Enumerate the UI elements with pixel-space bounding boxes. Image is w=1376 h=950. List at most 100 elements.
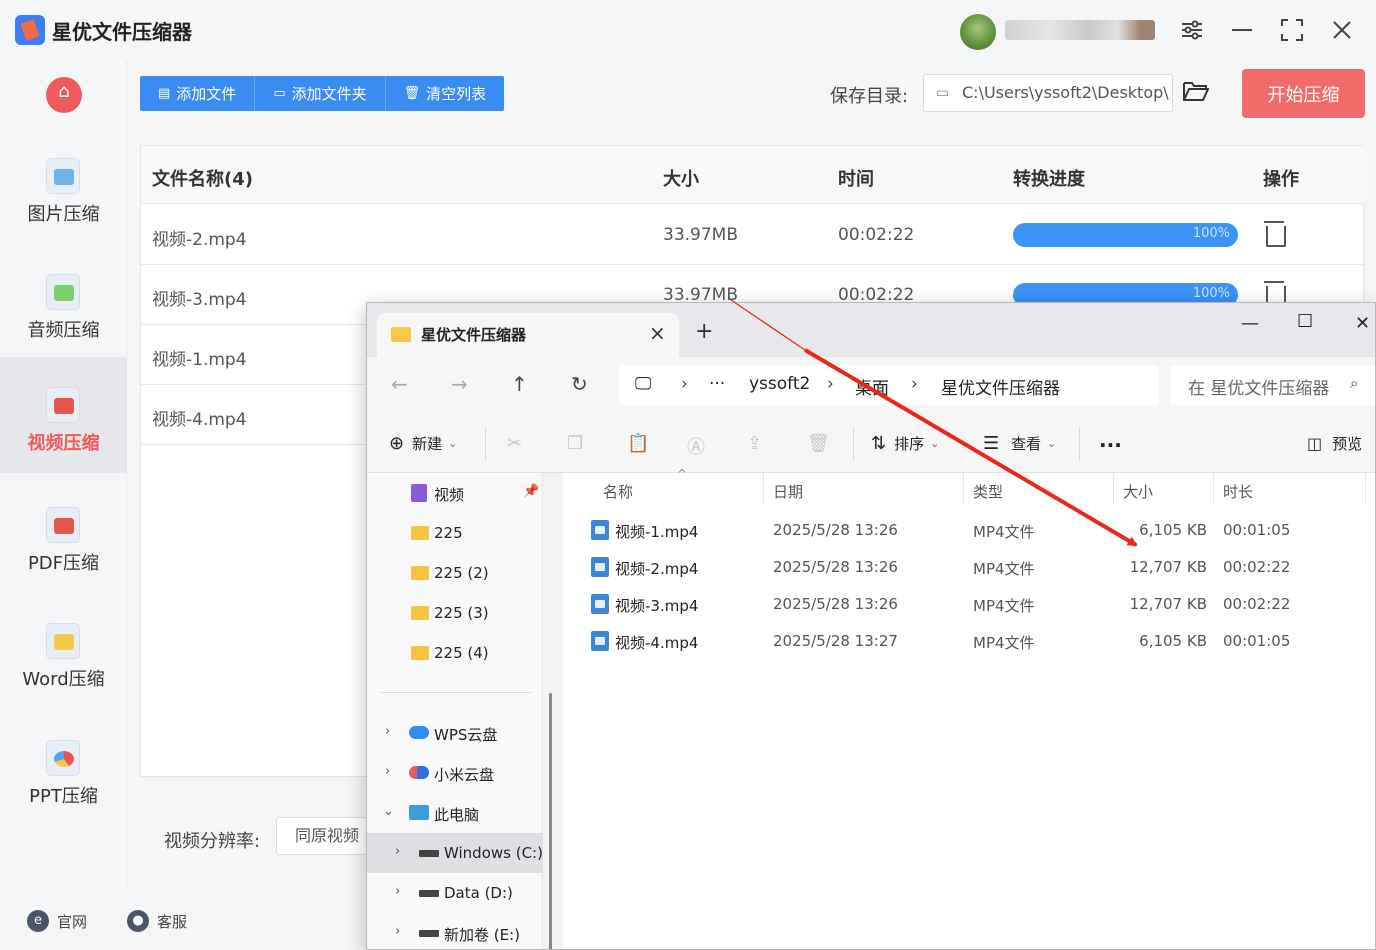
col-type[interactable]: 类型 — [973, 481, 1003, 502]
col-date[interactable]: 日期 — [773, 481, 803, 502]
nav-label: 225 (2) — [434, 564, 489, 582]
chevron-down-icon[interactable]: ⌄ — [383, 804, 394, 819]
chevron-right-icon[interactable]: › — [395, 884, 400, 899]
sidebar-item-word[interactable]: Word压缩 — [0, 593, 127, 709]
nav-item-video[interactable]: 视频 📌 — [367, 473, 543, 513]
sidebar-item-pdf[interactable]: PDF压缩 — [0, 477, 127, 593]
pin-icon[interactable]: 📌 — [523, 484, 539, 499]
col-name[interactable]: 名称 — [603, 481, 633, 502]
nav-item-drive-e[interactable]: › 新加卷 (E:) — [367, 913, 543, 949]
tab-close-icon[interactable]: × — [649, 321, 666, 345]
open-folder-icon[interactable] — [1183, 80, 1213, 106]
start-compress-button[interactable]: 开始压缩 — [1242, 69, 1365, 118]
tab-title: 星优文件压缩器 — [421, 326, 527, 344]
nav-item-mi-cloud[interactable]: › 小米云盘 — [367, 753, 543, 793]
pdf-icon — [46, 507, 80, 543]
progress-label: 100% — [1192, 286, 1230, 301]
up-icon[interactable]: ↑ — [511, 372, 528, 396]
nav-label: 225 (4) — [434, 644, 489, 662]
column-divider[interactable] — [963, 473, 964, 505]
column-divider[interactable] — [1113, 473, 1114, 505]
copy-icon[interactable]: ❐ — [567, 433, 583, 454]
explorer-tab[interactable]: 星优文件压缩器 × — [377, 313, 679, 357]
view-button[interactable]: ☰ 查看 ⌄ — [983, 433, 1056, 454]
add-folder-button[interactable]: ▭ 添加文件夹 — [255, 76, 386, 111]
file-row[interactable]: 视频-3.mp4 2025/5/28 13:26 MP4文件 12,707 KB… — [563, 586, 1375, 623]
nav-item-folder[interactable]: 225 (2) — [367, 553, 543, 593]
file-row[interactable]: 视频-4.mp4 2025/5/28 13:27 MP4文件 6,105 KB … — [563, 623, 1375, 660]
clear-list-button[interactable]: 🗑 清空列表 — [386, 76, 505, 111]
col-duration[interactable]: 时长 — [1223, 481, 1253, 502]
chevron-right-icon[interactable]: › — [395, 844, 400, 859]
rename-icon[interactable]: Ⓐ — [687, 433, 705, 459]
col-size[interactable]: 大小 — [1123, 481, 1153, 502]
settings-icon[interactable] — [1176, 14, 1208, 46]
sidebar-item-image[interactable]: 图片压缩 — [0, 128, 127, 244]
explorer-tabbar: 星优文件压缩器 × + — ☐ ✕ — [367, 303, 1375, 357]
column-divider[interactable] — [1365, 473, 1366, 505]
back-icon[interactable]: ← — [391, 372, 408, 396]
file-duration: 00:01:05 — [1223, 632, 1291, 650]
nav-item-folder[interactable]: 225 (3) — [367, 593, 543, 633]
sort-button[interactable]: ⇅ 排序 ⌄ — [871, 433, 939, 454]
file-name: 视频-4.mp4 — [615, 634, 699, 652]
chevron-right-icon[interactable]: › — [385, 764, 390, 779]
sidebar-item-video[interactable]: 视频压缩 — [0, 357, 127, 473]
column-divider[interactable] — [763, 473, 764, 505]
close-icon[interactable] — [1326, 14, 1358, 46]
search-input[interactable]: 在 星优文件压缩器 ⌕ — [1170, 365, 1375, 405]
home-icon[interactable] — [46, 77, 82, 113]
progress-label: 100% — [1192, 226, 1230, 241]
more-icon[interactable]: ··· — [709, 374, 725, 394]
cut-icon[interactable]: ✂ — [507, 433, 522, 454]
file-row[interactable]: 视频-2.mp4 2025/5/28 13:26 MP4文件 12,707 KB… — [563, 549, 1375, 586]
nav-item-folder[interactable]: 225 — [367, 513, 543, 553]
breadcrumb-item[interactable]: 桌面 — [855, 374, 889, 399]
nav-item-this-pc[interactable]: ⌄ 此电脑 — [367, 793, 543, 833]
video-icon — [46, 387, 80, 423]
add-file-button[interactable]: ▤ 添加文件 — [140, 76, 256, 111]
column-divider[interactable] — [1213, 473, 1214, 505]
breadcrumb-item[interactable]: yssoft2 — [749, 374, 810, 394]
scrollbar[interactable] — [549, 693, 552, 949]
sidebar-item-audio[interactable]: 音频压缩 — [0, 244, 127, 360]
nav-item-drive-d[interactable]: › Data (D:) — [367, 873, 543, 913]
new-button[interactable]: ⊕ 新建 ⌄ — [389, 433, 457, 454]
nav-item-wps-cloud[interactable]: › WPS云盘 — [367, 713, 543, 753]
nav-item-folder[interactable]: 225 (4) — [367, 633, 543, 673]
service-link[interactable]: ● 客服 — [127, 910, 187, 932]
col-name: 文件名称(4) — [152, 169, 253, 190]
minimize-icon[interactable] — [1226, 14, 1258, 46]
forward-icon[interactable]: → — [451, 372, 468, 396]
breadcrumb[interactable]: 🖵 › ··· yssoft2 › 桌面 › 星优文件压缩器 — [619, 365, 1159, 405]
chevron-right-icon[interactable]: › — [395, 924, 400, 939]
file-size: 12,707 KB — [1129, 558, 1207, 576]
more-options-icon[interactable]: ··· — [1099, 433, 1122, 457]
file-duration: 00:02:22 — [1223, 558, 1291, 576]
website-link[interactable]: e 官网 — [27, 910, 87, 932]
chevron-right-icon[interactable]: › — [385, 724, 390, 739]
delete-icon[interactable] — [1263, 221, 1286, 247]
file-row[interactable]: 视频-1.mp4 2025/5/28 13:26 MP4文件 6,105 KB … — [563, 512, 1375, 549]
new-tab-icon[interactable]: + — [695, 319, 713, 344]
save-dir-input[interactable]: ▭ C:\Users\yssoft2\Desktop\ — [923, 74, 1173, 112]
preview-pane-icon: ◫ — [1307, 434, 1323, 453]
sidebar-item-ppt[interactable]: PPT压缩 — [0, 710, 127, 826]
maximize-icon[interactable] — [1276, 14, 1308, 46]
nav-label: WPS云盘 — [434, 726, 498, 744]
minimize-icon[interactable]: — — [1241, 313, 1259, 334]
close-icon[interactable]: ✕ — [1355, 313, 1370, 334]
maximize-icon[interactable]: ☐ — [1297, 311, 1313, 332]
refresh-icon[interactable]: ↻ — [571, 372, 588, 396]
share-icon[interactable]: ⇪ — [747, 433, 762, 454]
breadcrumb-item[interactable]: 星优文件压缩器 — [941, 374, 1060, 399]
preview-button[interactable]: ◫ 预览 — [1307, 433, 1362, 454]
sort-label: 排序 — [894, 435, 925, 453]
paste-icon[interactable]: 📋 — [627, 433, 649, 454]
delete-icon[interactable]: 🗑 — [807, 433, 830, 454]
table-row[interactable]: 视频-2.mp4 33.97MB 00:02:22 100% — [141, 205, 1365, 265]
user-avatar[interactable] — [960, 14, 996, 50]
audio-icon — [46, 274, 80, 310]
nav-item-drive-c[interactable]: › Windows (C:) — [367, 833, 543, 873]
view-list-icon: ☰ — [983, 433, 1000, 454]
